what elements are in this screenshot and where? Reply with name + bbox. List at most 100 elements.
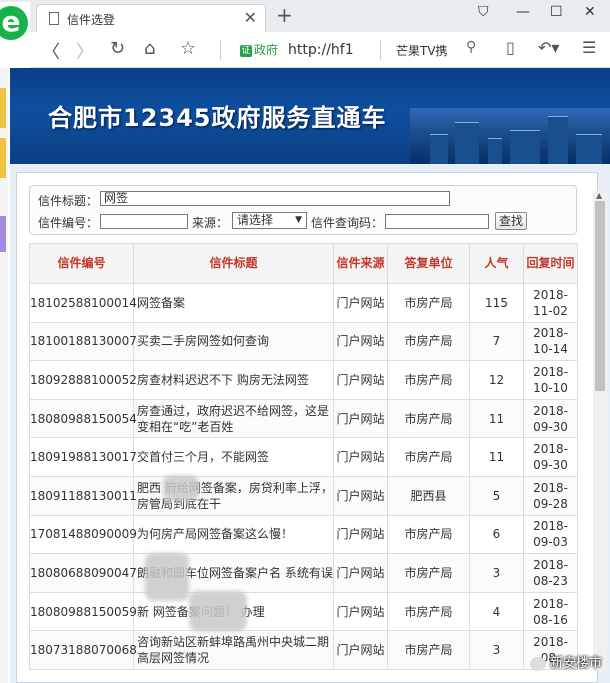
letter-title-link[interactable]: 交首付三个月，不能网签	[133, 437, 334, 477]
table-row[interactable]: 18080988150054 房查通过，政府迟迟不给网签，这是变相在“吃”老百姓…	[29, 398, 578, 439]
banner-title: 合肥市12345政府服务直通车	[48, 104, 387, 132]
back-icon[interactable]: 〈	[42, 38, 60, 64]
letter-source: 门户网站	[333, 630, 388, 670]
reply-time: 2018-10-10	[523, 360, 578, 400]
header-letter-title: 信件标题	[133, 243, 334, 284]
popularity: 11	[469, 437, 524, 477]
reply-time: 2018-09-28	[523, 475, 578, 516]
table-row[interactable]: 18080988150059 新 网签备案问题！ 办理 门户网站 市房产局 4 …	[29, 591, 578, 632]
shirt-icon[interactable]: ⛉	[478, 4, 489, 20]
document-icon	[49, 12, 59, 25]
letter-number: 18080988150054	[29, 398, 137, 439]
undo-icon[interactable]: ↶▾	[538, 38, 559, 57]
scrollbar-thumb[interactable]	[595, 201, 605, 391]
letter-source: 门户网站	[333, 398, 388, 439]
letter-title-link[interactable]: 房查通过，政府迟迟不给网签，这是变相在“吃”老百姓	[133, 398, 334, 439]
popularity: 11	[469, 398, 524, 439]
letter-number: 18080688090047	[29, 553, 137, 593]
header-letter-number: 信件编号	[29, 243, 134, 284]
refresh-icon[interactable]: ↻	[110, 38, 125, 59]
left-edge-strip	[0, 68, 8, 683]
table-row[interactable]: 18102588100014 网签备案 门户网站 市房产局 115 2018-1…	[29, 283, 578, 323]
redaction-blur	[145, 553, 189, 601]
search-button[interactable]: 查找	[495, 212, 527, 230]
new-tab-icon[interactable]: +	[276, 3, 293, 27]
maximize-icon[interactable]: ☐	[550, 4, 563, 20]
table-row[interactable]: 18091988130017 交首付三个月，不能网签 门户网站 市房产局 11 …	[29, 437, 578, 477]
close-tab-icon[interactable]: ✕	[244, 8, 257, 27]
browser-logo-icon: e	[0, 2, 30, 40]
close-window-icon[interactable]: ✕	[584, 4, 596, 20]
popularity: 5	[469, 475, 524, 516]
popularity: 115	[469, 283, 524, 323]
popularity: 12	[469, 360, 524, 400]
url-text: http://hf1	[288, 42, 354, 58]
letter-title-link[interactable]: 房查材料迟迟不下 购房无法网签	[133, 360, 334, 400]
letters-table: 信件编号 信件标题 信件来源 答复单位 人气 回复时间 181025881000…	[29, 243, 578, 670]
reply-unit: 市房产局	[387, 591, 470, 632]
letter-number: 18091988130017	[29, 437, 137, 477]
home-icon[interactable]: ⌂	[144, 38, 155, 59]
table-row[interactable]: 18073188070068 咨询新站区新蚌埠路禹州中央城二期高层网签情况 门户…	[29, 630, 578, 670]
letter-number: 17081488090009	[29, 514, 137, 555]
redaction-blur	[189, 591, 247, 631]
letter-number: 18080988150059	[29, 591, 137, 632]
letter-number: 18073188070068	[29, 630, 137, 670]
letter-number: 18100188130007	[29, 321, 137, 362]
header-reply-time: 回复时间	[523, 243, 578, 284]
reply-unit: 市房产局	[387, 514, 470, 555]
reply-unit: 市房产局	[387, 398, 470, 439]
table-row[interactable]: 17081488090009 为何房产局网签备案这么慢！ 门户网站 市房产局 6…	[29, 514, 578, 555]
table-row[interactable]: 18100188130007 买卖二手房网签如何查询 门户网站 市房产局 7 2…	[29, 321, 578, 362]
reply-time: 2018-10-14	[523, 321, 578, 362]
reply-time: 2018-09-03	[523, 514, 578, 555]
watermark: 新安楼市	[529, 652, 602, 671]
vertical-scrollbar[interactable]: ▲	[593, 191, 607, 671]
reply-time: 2018-09-30	[523, 437, 578, 477]
number-input[interactable]	[100, 214, 188, 229]
reply-unit: 肥西县	[387, 475, 470, 516]
forward-icon[interactable]: 〉	[76, 38, 94, 64]
reply-unit: 市房产局	[387, 283, 470, 323]
reply-time: 2018-08-16	[523, 591, 578, 632]
reply-time: 2018-11-02	[523, 283, 578, 323]
letter-source: 门户网站	[333, 360, 388, 400]
menu-icon[interactable]: ☰	[582, 38, 596, 57]
letter-title-link[interactable]: 买卖二手房网签如何查询	[133, 321, 334, 362]
letter-source: 门户网站	[333, 437, 388, 477]
wechat-icon	[529, 656, 546, 671]
address-bar[interactable]: 证政府 http://hf1	[240, 41, 354, 58]
table-row[interactable]: 18091188130011 肥西 府给网签备案，房贷利率上浮，房管局到底在干 …	[29, 475, 578, 516]
letter-title-link[interactable]: 咨询新站区新蚌埠路禹州中央城二期高层网签情况	[133, 630, 334, 670]
search-icon[interactable]: ⚲	[466, 39, 476, 55]
minimize-icon[interactable]: —	[516, 4, 530, 20]
number-label: 信件编号：	[38, 216, 99, 230]
table-row[interactable]: 18080688090047 朗融和园车位网签备案户名 系统有误 门户网站 市房…	[29, 553, 578, 593]
letter-title-link[interactable]: 网签备案	[133, 283, 334, 323]
letter-source: 门户网站	[333, 321, 388, 362]
title-label: 信件标题：	[38, 194, 99, 208]
browser-search-text[interactable]: 芒果TV携	[396, 42, 448, 59]
phone-icon[interactable]: ▯	[506, 38, 515, 57]
popularity: 7	[469, 321, 524, 362]
secure-icon: 证	[240, 44, 252, 57]
scroll-up-icon[interactable]: ▲	[596, 191, 602, 200]
content-area: 信件标题： 网签 信件编号： 来源： 请选择 ▼ 信件查询码： 查找 信件编号 信…	[10, 164, 610, 683]
source-select[interactable]: 请选择 ▼	[232, 212, 307, 229]
letter-source: 门户网站	[333, 553, 388, 593]
letter-number: 18092888100052	[29, 360, 137, 400]
redaction-blur	[163, 475, 199, 501]
reply-unit: 市房产局	[387, 360, 470, 400]
letter-title-link[interactable]: 为何房产局网签备案这么慢！	[133, 514, 334, 555]
gov-label: 政府	[254, 43, 279, 57]
browser-tab[interactable]: 信件选登 ✕	[36, 4, 266, 32]
browser-nav-bar: 〈 〉 ↻ ⌂ ☆ 证政府 http://hf1 芒果TV携 ⚲ ▯ ↶▾ ☰	[30, 32, 610, 68]
reply-unit: 市房产局	[387, 630, 470, 670]
popularity: 3	[469, 630, 524, 670]
header-reply-unit: 答复单位	[387, 243, 470, 284]
star-icon[interactable]: ☆	[180, 38, 196, 59]
letter-number: 18102588100014	[29, 283, 137, 323]
query-code-input[interactable]	[385, 214, 489, 229]
title-input[interactable]: 网签	[100, 191, 450, 206]
table-row[interactable]: 18092888100052 房查材料迟迟不下 购房无法网签 门户网站 市房产局…	[29, 360, 578, 400]
